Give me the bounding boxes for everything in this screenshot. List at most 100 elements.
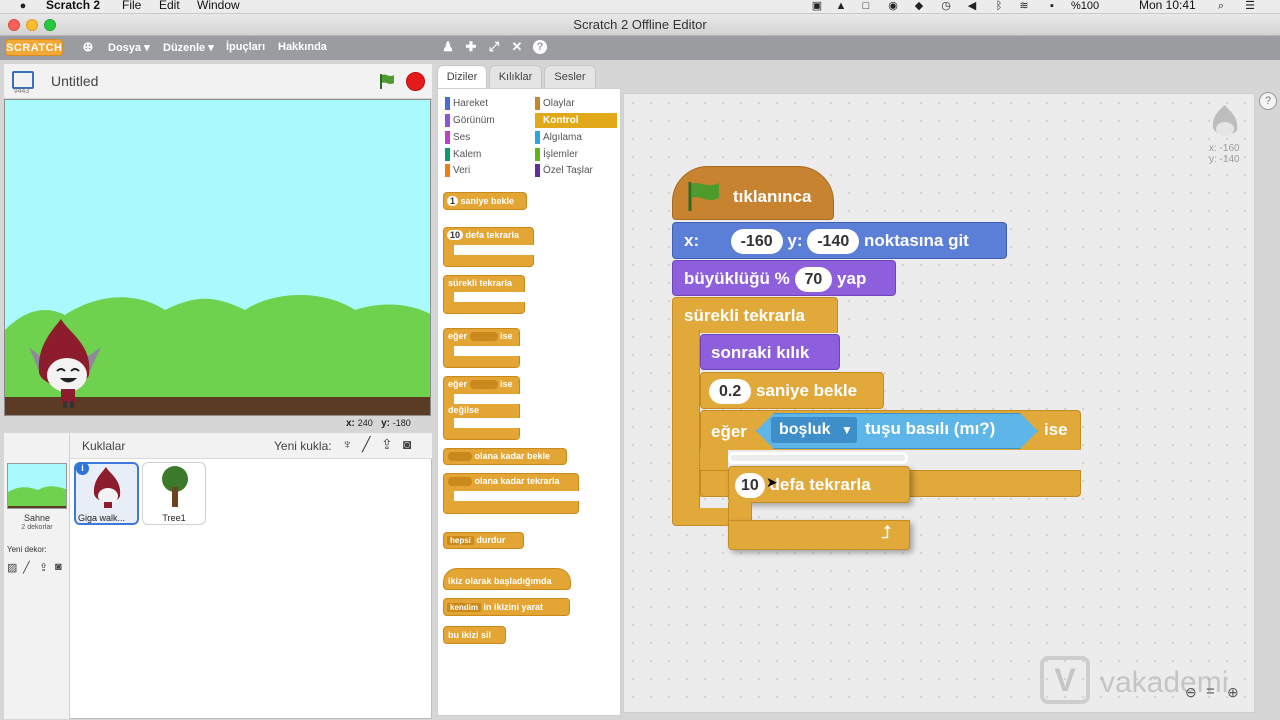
volume-icon[interactable]: ◀ <box>966 1 978 12</box>
stop-dropdown[interactable]: hepsi <box>447 536 474 545</box>
shrink-icon[interactable]: ✕ <box>510 40 524 54</box>
palette-wait-block[interactable]: 1 saniye bekle <box>443 192 527 210</box>
giga-sprite[interactable] <box>27 315 105 410</box>
palette-if-else-block[interactable]: eğer ise değilse <box>443 376 520 440</box>
zoom-out-icon[interactable]: ⊖ <box>1185 684 1197 701</box>
category-label: Görünüm <box>453 115 495 126</box>
camera-sprite-icon[interactable]: ◙ <box>403 436 411 452</box>
scratch-logo[interactable]: SCRATCH <box>5 39 63 56</box>
gamepad-icon[interactable]: ◆ <box>913 1 925 12</box>
palette-create-clone-block[interactable]: kendim in ikizini yarat <box>443 598 570 616</box>
sprite-thumb-giga[interactable]: i Giga walk... <box>74 462 139 525</box>
screen-record-icon[interactable]: ▣ <box>811 1 823 12</box>
green-flag-icon[interactable] <box>378 72 396 90</box>
os-menu-edit[interactable]: Edit <box>159 0 180 12</box>
palette-delete-clone-block[interactable]: bu ikizi sil <box>443 626 506 644</box>
zoom-reset-icon[interactable]: = <box>1206 683 1215 700</box>
upload-sprite-icon[interactable]: ⇪ <box>381 436 393 453</box>
category-islemler[interactable]: İşlemler <box>535 147 617 162</box>
drive-icon[interactable]: ▲ <box>835 1 847 12</box>
tab-sounds[interactable]: Sesler <box>544 65 596 89</box>
palette-forever-block[interactable]: sürekli tekrarla <box>443 275 525 314</box>
palette-clone-hat-block[interactable]: ikiz olarak başladığımda <box>443 568 571 590</box>
sprite-thumb-tree[interactable]: Tree1 <box>142 462 206 525</box>
flag-icon[interactable]: ▪ <box>1046 1 1058 12</box>
chrome-icon[interactable]: ◉ <box>887 1 899 12</box>
block-help-icon[interactable]: ? <box>533 40 547 54</box>
next-costume-block[interactable]: sonraki kılık <box>700 334 840 370</box>
time-machine-icon[interactable]: ◷ <box>940 1 952 12</box>
menu-ipuclari[interactable]: İpuçları <box>226 41 265 53</box>
category-veri[interactable]: Veri <box>445 163 527 178</box>
goto-xy-block[interactable]: x: -160 y: -140 noktasına git <box>672 222 1007 259</box>
os-menu-app[interactable]: Scratch 2 <box>46 0 100 12</box>
when-flag-clicked-block[interactable]: tıklanınca <box>672 166 834 220</box>
condition-slot[interactable] <box>448 477 472 487</box>
category-kontrol[interactable]: Kontrol <box>535 113 617 128</box>
category-olaylar[interactable]: Olaylar <box>535 96 617 111</box>
forever-block[interactable]: sürekli tekrarla <box>672 297 838 333</box>
goto-x-input[interactable]: -160 <box>730 229 783 255</box>
stop-icon[interactable] <box>406 72 425 91</box>
category-hareket[interactable]: Hareket <box>445 96 527 111</box>
zoom-window-button[interactable] <box>44 19 56 31</box>
help-icon[interactable]: ? <box>1259 92 1277 110</box>
set-size-block[interactable]: büyüklüğü % 70 yap <box>672 260 896 296</box>
tab-scripts[interactable]: Diziler <box>437 65 487 90</box>
wifi-icon[interactable]: ≋ <box>1018 1 1030 12</box>
repeat-block[interactable]: 10 defa tekrarla <box>728 466 910 503</box>
category-kalem[interactable]: Kalem <box>445 147 527 162</box>
scene-thumbnail[interactable] <box>7 463 67 509</box>
clone-dropdown[interactable]: kendim <box>447 603 482 612</box>
category-algilama[interactable]: Algılama <box>535 130 617 145</box>
paint-backdrop-icon[interactable]: ╱ <box>23 561 30 574</box>
palette-wait-until-block[interactable]: olana kadar bekle <box>443 448 567 465</box>
category-gorunum[interactable]: Görünüm <box>445 113 527 128</box>
wait-input[interactable]: 0.2 <box>709 379 752 405</box>
menu-dosya[interactable]: Dosya ▾ <box>108 41 150 54</box>
notification-center-icon[interactable]: ☰ <box>1244 1 1256 12</box>
zoom-in-icon[interactable]: ⊕ <box>1227 684 1239 701</box>
battery-label[interactable]: %100 <box>1071 0 1099 12</box>
apple-icon[interactable]: ● <box>17 1 29 12</box>
stage[interactable] <box>4 99 431 416</box>
globe-icon[interactable]: ⊕ <box>81 40 95 54</box>
wait-block[interactable]: 0.2 saniye bekle <box>700 372 884 409</box>
camera-backdrop-icon[interactable]: ◙ <box>55 561 62 573</box>
palette-stop-block[interactable]: hepsi durdur <box>443 532 524 549</box>
palette-repeat-until-block[interactable]: olana kadar tekrarla <box>443 473 579 514</box>
delete-scissors-icon[interactable]: ✚ <box>464 40 478 54</box>
condition-slot[interactable] <box>469 332 498 342</box>
category-ses[interactable]: Ses <box>445 130 527 145</box>
condition-slot[interactable] <box>469 380 498 390</box>
backdrop-library-icon[interactable]: ▨ <box>7 561 17 574</box>
grow-icon[interactable]: ⤢ <box>487 40 501 54</box>
condition-slot[interactable] <box>448 452 472 462</box>
sprite-library-icon[interactable]: ♆ <box>342 436 353 452</box>
square-icon[interactable]: □ <box>860 1 872 12</box>
palette-repeat-block[interactable]: 10 defa tekrarla <box>443 227 534 267</box>
minimize-window-button[interactable] <box>26 19 38 31</box>
key-dropdown[interactable]: boşluk ▼ <box>771 417 857 443</box>
size-input[interactable]: 70 <box>794 267 833 293</box>
wait-num-input[interactable]: 1 <box>447 196 459 206</box>
menu-hakkinda[interactable]: Hakkında <box>278 41 327 53</box>
project-title-field[interactable]: Untitled <box>51 73 98 89</box>
category-ozel-taslar[interactable]: Özel Taşlar <box>535 163 617 178</box>
menu-duzenle[interactable]: Düzenle ▾ <box>163 41 214 54</box>
palette-if-block[interactable]: eğer ise <box>443 328 520 368</box>
goto-y-input[interactable]: -140 <box>807 229 860 255</box>
upload-backdrop-icon[interactable]: ⇪ <box>39 561 48 574</box>
repeat-num-input[interactable]: 10 <box>447 230 464 240</box>
tab-costumes[interactable]: Kılıklar <box>489 65 542 89</box>
close-window-button[interactable] <box>8 19 20 31</box>
fullscreen-icon[interactable] <box>12 71 34 89</box>
repeat-input[interactable]: 10 <box>735 473 765 499</box>
clock[interactable]: Mon 10:41 <box>1139 0 1196 12</box>
os-menu-file[interactable]: File <box>122 0 141 12</box>
duplicate-stamp-icon[interactable]: ♟ <box>441 40 455 54</box>
bluetooth-icon[interactable]: ᛒ <box>993 1 1005 12</box>
spotlight-icon[interactable]: ⌕ <box>1215 1 1227 12</box>
paint-sprite-icon[interactable]: ╱ <box>362 436 370 453</box>
os-menu-window[interactable]: Window <box>197 0 240 12</box>
